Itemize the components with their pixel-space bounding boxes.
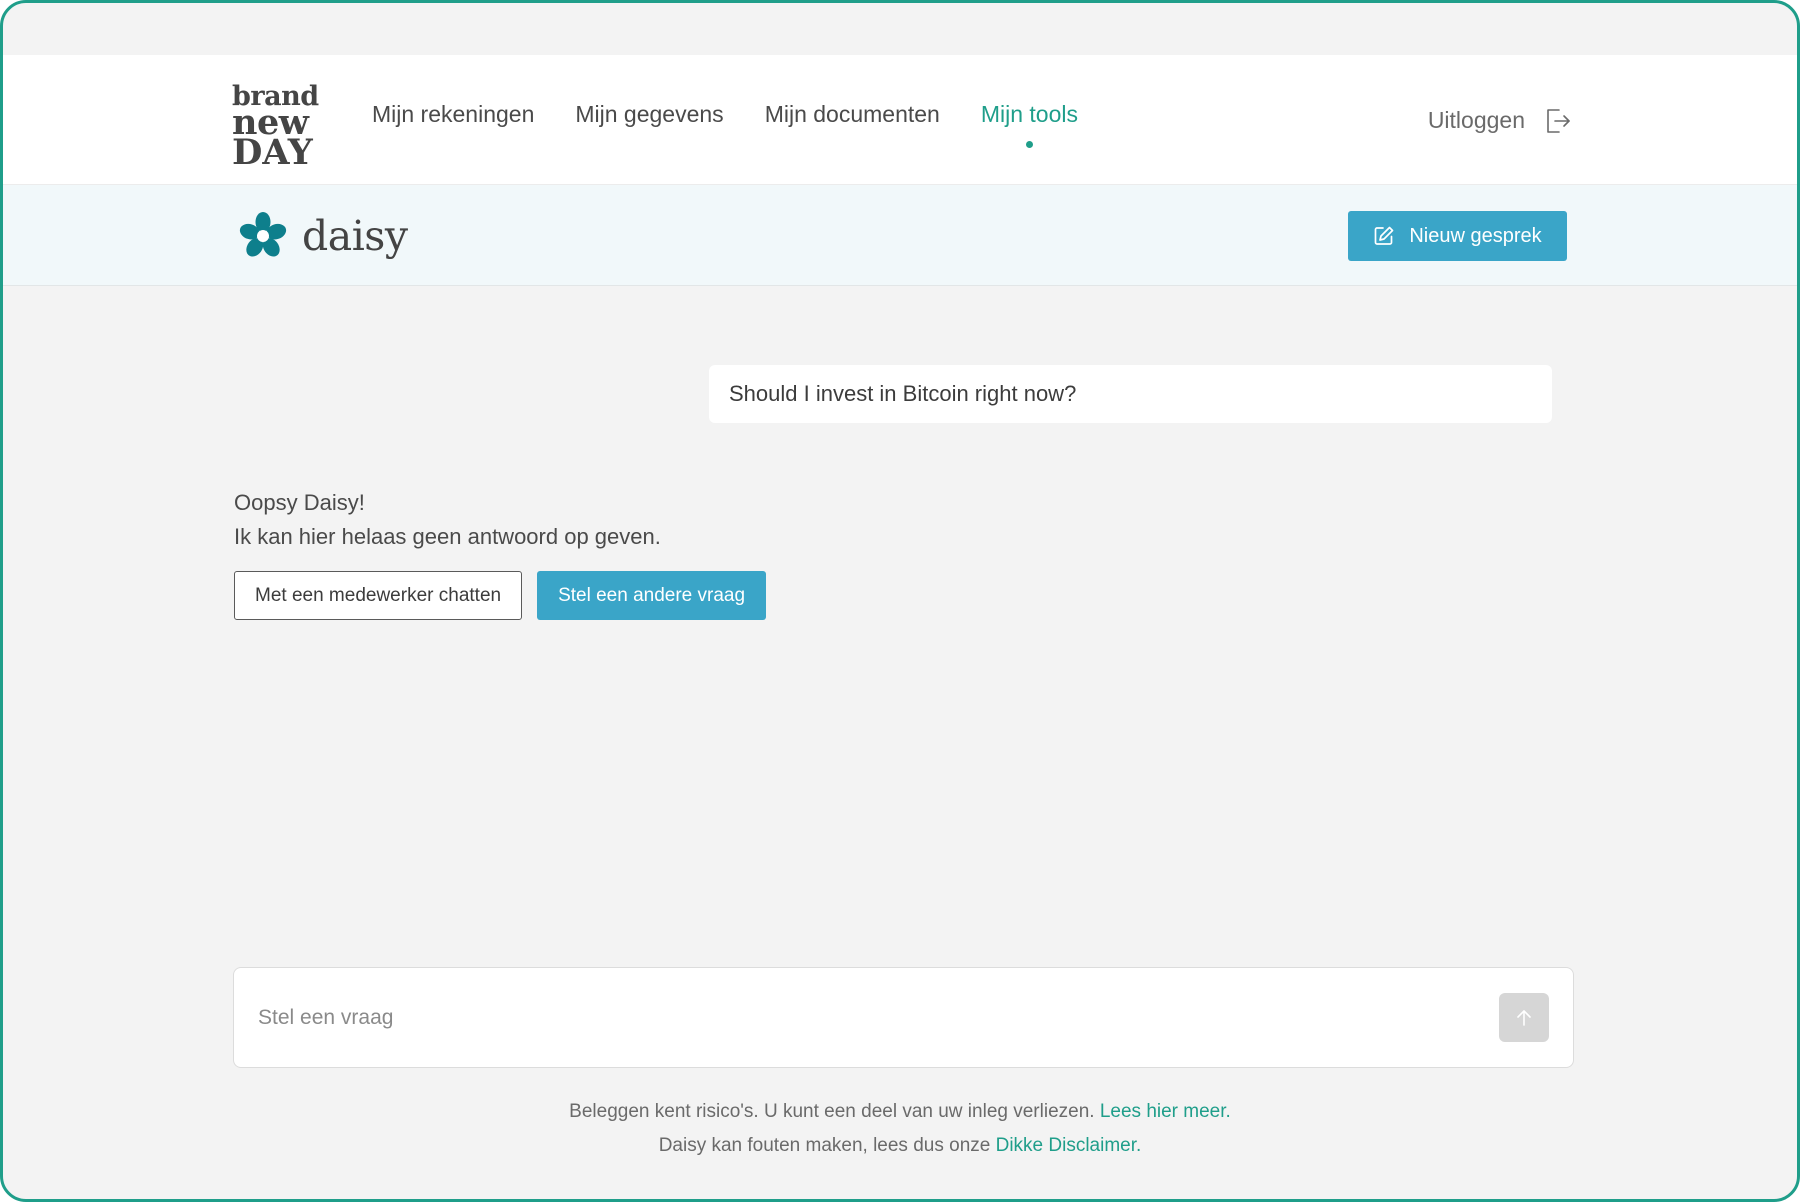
bot-message: Oopsy Daisy! Ik kan hier helaas geen ant… — [234, 486, 661, 554]
daisy-disclaimer: Daisy kan fouten maken, lees dus onze Di… — [3, 1135, 1797, 1157]
bot-quick-actions: Met een medewerker chatten Stel een ande… — [234, 571, 767, 620]
read-more-link[interactable]: Lees hier meer. — [1100, 1101, 1231, 1122]
arrow-up-icon — [1517, 1009, 1531, 1026]
daisy-header-bar: daisy Nieuw gesprek — [3, 185, 1797, 286]
nav-item-mijn-tools[interactable]: Mijn tools — [981, 101, 1078, 148]
nav-item-mijn-documenten[interactable]: Mijn documenten — [765, 101, 940, 128]
logo-line-3: DAY — [232, 132, 313, 174]
risk-disclaimer: Beleggen kent risico's. U kunt een deel … — [3, 1101, 1797, 1123]
user-message-text: Should I invest in Bitcoin right now? — [729, 381, 1077, 406]
question-composer — [233, 967, 1574, 1068]
logout-label: Uitloggen — [1427, 107, 1525, 133]
nav-item-mijn-rekeningen[interactable]: Mijn rekeningen — [372, 101, 534, 128]
bot-message-line-1: Oopsy Daisy! — [234, 490, 365, 515]
logout-icon — [1547, 108, 1570, 133]
main-nav: Mijn rekeningen Mijn gegevens Mijn docum… — [372, 101, 1078, 148]
question-input[interactable] — [258, 998, 1458, 1038]
new-chat-label: Nieuw gesprek — [1409, 224, 1542, 247]
daisy-title: daisy — [302, 212, 408, 260]
user-message-bubble: Should I invest in Bitcoin right now? — [709, 365, 1552, 423]
edit-icon — [1374, 226, 1394, 245]
app-window: brand new DAY Mijn rekeningen Mijn gegev… — [0, 0, 1800, 1202]
top-navigation: brand new DAY Mijn rekeningen Mijn gegev… — [3, 55, 1797, 185]
daisy-brand: daisy — [238, 211, 408, 261]
new-chat-button[interactable]: Nieuw gesprek — [1348, 211, 1567, 261]
ask-other-question-button[interactable]: Stel een andere vraag — [537, 571, 767, 620]
send-button[interactable] — [1499, 993, 1549, 1042]
risk-disclaimer-text: Beleggen kent risico's. U kunt een deel … — [569, 1101, 1095, 1122]
daisy-disclaimer-text: Daisy kan fouten maken, lees dus onze — [658, 1135, 991, 1156]
bot-message-line-2: Ik kan hier helaas geen antwoord op geve… — [234, 524, 661, 549]
chat-with-employee-button[interactable]: Met een medewerker chatten — [234, 571, 523, 620]
nav-item-mijn-gegevens[interactable]: Mijn gegevens — [575, 101, 723, 128]
brand-new-day-logo[interactable]: brand new DAY — [232, 83, 319, 174]
logout-button[interactable]: Uitloggen — [1428, 107, 1571, 134]
dikke-disclaimer-link[interactable]: Dikke Disclaimer. — [996, 1135, 1142, 1156]
daisy-flower-icon — [239, 212, 287, 257]
